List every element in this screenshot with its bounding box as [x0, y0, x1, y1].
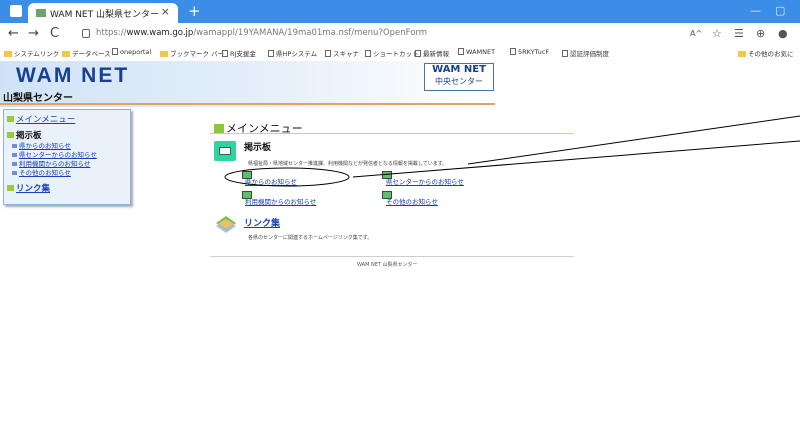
green-box-icon: [214, 124, 224, 133]
page-content: WAM NET WAM NET 中央センター 山梨県センター メインメニュー 掲…: [0, 61, 800, 434]
link-collection-icon[interactable]: [214, 213, 238, 235]
link-other-notice[interactable]: その他のお知らせ: [386, 196, 438, 206]
minimize-button[interactable]: —: [750, 4, 761, 17]
url-prefix: https://: [96, 28, 127, 38]
collections-icon[interactable]: ⊕: [756, 27, 765, 40]
restore-button[interactable]: ▢: [775, 4, 785, 17]
url-field[interactable]: https://www.wam.go.jp/wamappl/19YAMANA/1…: [96, 28, 427, 38]
favorite-item[interactable]: 5RKYTucF: [510, 48, 549, 56]
page-icon: [562, 50, 568, 57]
blue-square-icon: [12, 171, 17, 175]
favorite-item[interactable]: 最新情報: [415, 48, 449, 58]
page-icon: [112, 48, 118, 55]
page-icon: [458, 48, 464, 55]
page-icon: [510, 48, 516, 55]
footer-divider: [210, 256, 574, 257]
central-logo-line2: 中央センター: [435, 77, 483, 86]
favorite-item[interactable]: 認証評価制度: [562, 48, 609, 58]
page-icon: [325, 50, 331, 57]
blue-square-icon: [12, 162, 17, 166]
read-aloud-icon[interactable]: A^: [690, 29, 702, 38]
central-logo-line1: WAM NET: [432, 64, 486, 75]
link-users-notice[interactable]: 利用機関からのお知らせ: [245, 196, 316, 206]
favorite-star-icon[interactable]: ☆: [712, 27, 722, 40]
bulletin-board-icon[interactable]: [214, 141, 236, 161]
sidebar-links[interactable]: リンク集: [7, 182, 50, 194]
header-divider: [0, 103, 495, 105]
favorites-icon[interactable]: ☰: [734, 27, 744, 40]
folder-icon: [4, 51, 12, 57]
green-square-icon: [7, 132, 14, 138]
page-icon: [365, 50, 371, 57]
sidebar: メインメニュー 掲示板 県からのお知らせ 県センターからのお知らせ 利用機関から…: [3, 109, 131, 205]
favorite-item[interactable]: システムリンク: [4, 48, 59, 58]
footer-text: WAM NET 山梨県センター: [357, 262, 418, 268]
browser-title-bar: WAM NET 山梨県センター × + — ▢: [0, 0, 800, 23]
wamnet-logo[interactable]: WAM NET: [16, 64, 129, 88]
folder-icon: [738, 51, 746, 57]
favorite-item[interactable]: スキャナ: [325, 48, 359, 58]
central-center-logo[interactable]: WAM NET 中央センター: [424, 63, 494, 91]
blue-square-icon: [12, 153, 17, 157]
link-pref-notice[interactable]: 県からのお知らせ: [245, 176, 297, 186]
page-icon: [415, 50, 421, 57]
title-divider: [210, 133, 574, 134]
back-button[interactable]: ←: [8, 26, 19, 41]
lock-icon: [82, 29, 90, 38]
folder-icon: [62, 51, 70, 57]
favorite-item[interactable]: RJ支援金: [222, 48, 256, 58]
favorite-item[interactable]: 県HPシステム: [268, 48, 317, 58]
profile-icon[interactable]: ●: [778, 27, 788, 40]
url-domain: www.wam.go.jp: [126, 28, 194, 38]
address-bar: ← → C https://www.wam.go.jp/wamappl/19YA…: [0, 23, 800, 46]
bulletin-description: 県福祉局・県地域センター推進課、利用機関などが発信者となる情報を掲載しています。: [248, 161, 448, 167]
prefecture-title: 山梨県センター: [3, 93, 73, 104]
favorite-item[interactable]: WAMNET: [458, 48, 495, 56]
other-favorites[interactable]: その他のお気に: [738, 48, 794, 58]
green-square-icon: [7, 185, 14, 191]
window-menu-icon[interactable]: [10, 5, 22, 17]
blue-square-icon: [12, 144, 17, 148]
favorite-item[interactable]: データベース: [62, 48, 111, 58]
favorites-bar: システムリンク データベース oneportal ブックマーク バー RJ支援金…: [0, 45, 800, 62]
favorite-item[interactable]: ブックマーク バー: [160, 48, 224, 58]
links-title[interactable]: リンク集: [244, 216, 280, 229]
tab-favicon-icon: [36, 9, 46, 17]
forward-button[interactable]: →: [28, 26, 39, 41]
sidebar-item-other[interactable]: その他のお知らせ: [12, 167, 71, 177]
new-tab-button[interactable]: +: [188, 2, 201, 20]
browser-tab[interactable]: WAM NET 山梨県センター ×: [28, 3, 178, 23]
tab-close-icon[interactable]: ×: [161, 5, 170, 18]
url-path: /wamappl/19YAMANA/19ma01ma.nsf/menu?Open…: [193, 28, 428, 38]
green-square-icon: [7, 116, 14, 122]
links-description: 各県のセンターに関連するホームページリンク集です。: [248, 235, 373, 241]
folder-icon: [160, 51, 168, 57]
page-icon: [222, 50, 228, 57]
refresh-button[interactable]: C: [50, 26, 59, 41]
favorite-item[interactable]: oneportal: [112, 48, 151, 56]
tab-title: WAM NET 山梨県センター: [50, 10, 159, 20]
favorite-item[interactable]: ショートカット: [365, 48, 419, 58]
page-icon: [268, 50, 274, 57]
link-center-notice[interactable]: 県センターからのお知らせ: [386, 176, 464, 186]
bulletin-title: 掲示板: [244, 143, 272, 153]
site-header: WAM NET WAM NET 中央センター 山梨県センター: [0, 61, 800, 107]
sidebar-main-menu[interactable]: メインメニュー: [7, 113, 75, 125]
